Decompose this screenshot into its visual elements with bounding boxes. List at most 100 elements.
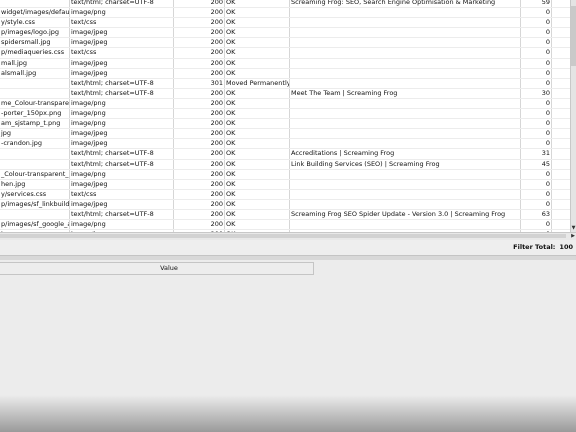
- title-cell[interactable]: [289, 108, 521, 120]
- status-code-cell[interactable]: 200: [173, 128, 225, 140]
- content-type-cell[interactable]: text/css: [69, 47, 174, 59]
- title-cell[interactable]: [289, 179, 521, 190]
- table-row[interactable]: p/images/sf_google_a...image/png200OK 0: [0, 219, 576, 231]
- occurrences-cell[interactable]: 0: [520, 199, 552, 210]
- address-cell[interactable]: [0, 209, 70, 221]
- title-cell[interactable]: [289, 199, 521, 210]
- status-code-cell[interactable]: 200: [173, 209, 225, 221]
- address-cell[interactable]: [0, 0, 70, 9]
- table-row[interactable]: p/images/sf_linkbuildi...image/jpeg200OK…: [0, 199, 576, 210]
- address-cell[interactable]: [0, 148, 70, 160]
- table-row[interactable]: jpgimage/jpeg200OK 0: [0, 128, 576, 140]
- status-code-cell[interactable]: 200: [173, 189, 225, 200]
- occurrences-cell[interactable]: 63: [520, 209, 552, 221]
- occurrences-cell[interactable]: 0: [520, 169, 552, 180]
- content-type-cell[interactable]: image/jpeg: [69, 138, 174, 150]
- table-row[interactable]: text/html; charset=UTF-8 301 Moved Permane…: [0, 78, 576, 89]
- content-type-cell[interactable]: image/png: [69, 98, 174, 110]
- title-cell[interactable]: [289, 37, 521, 49]
- address-cell[interactable]: p/images/sf_google_a...: [0, 219, 70, 231]
- title-cell[interactable]: [289, 118, 521, 130]
- status-cell[interactable]: OK: [224, 68, 290, 79]
- table-row[interactable]: y/services.css text/css 200 OK 0: [0, 189, 576, 200]
- status-cell[interactable]: OK: [224, 169, 290, 180]
- status-cell[interactable]: OK: [224, 37, 290, 49]
- address-cell[interactable]: mall.jpg: [0, 58, 70, 69]
- content-type-cell[interactable]: text/html; charset=UTF-8: [69, 159, 174, 170]
- address-cell[interactable]: -porter_150px.png: [0, 108, 70, 120]
- status-cell[interactable]: OK: [224, 0, 290, 9]
- content-type-cell[interactable]: image/png: [69, 219, 174, 231]
- status-cell[interactable]: OK: [224, 88, 290, 99]
- status-code-cell[interactable]: 200: [173, 17, 225, 29]
- occurrences-cell[interactable]: 0: [520, 78, 552, 89]
- status-cell[interactable]: OK: [224, 58, 290, 69]
- occurrences-cell[interactable]: 0: [520, 17, 552, 29]
- title-cell[interactable]: [289, 98, 521, 110]
- table-row[interactable]: am_sjstamp_t.png image/png 200 OK 0: [0, 118, 576, 130]
- status-code-cell[interactable]: 200: [173, 169, 225, 180]
- occurrences-cell[interactable]: 0: [520, 58, 552, 69]
- status-cell[interactable]: OK: [224, 98, 290, 110]
- title-cell[interactable]: [289, 219, 521, 231]
- occurrences-cell[interactable]: 0: [520, 68, 552, 79]
- chevron-down-icon[interactable]: ▼: [571, 225, 576, 231]
- status-code-cell[interactable]: 200: [173, 108, 225, 120]
- table-row[interactable]: text/html; charset=UTF-8 200 OK Screaming F…: [0, 209, 576, 221]
- status-cell[interactable]: Moved Permanently: [224, 78, 290, 89]
- address-cell[interactable]: y/style.css: [0, 17, 70, 29]
- status-cell[interactable]: OK: [224, 27, 290, 39]
- occurrences-cell[interactable]: 0: [520, 7, 552, 19]
- occurrences-cell[interactable]: 59: [520, 0, 552, 9]
- table-row[interactable]: text/html; charset=UTF-8 200 OK Meet The Te…: [0, 88, 576, 99]
- status-code-cell[interactable]: 200: [173, 159, 225, 170]
- title-cell[interactable]: [289, 58, 521, 69]
- content-type-cell[interactable]: image/jpeg: [69, 58, 174, 69]
- table-row[interactable]: text/html; charset=UTF-8 200 OK Accreditati…: [0, 148, 576, 160]
- occurrences-cell[interactable]: 0: [520, 138, 552, 150]
- occurrences-cell[interactable]: 0: [520, 98, 552, 110]
- occurrences-cell[interactable]: 0: [520, 179, 552, 190]
- content-type-cell[interactable]: image/jpeg: [69, 27, 174, 39]
- status-cell[interactable]: OK: [224, 189, 290, 200]
- title-cell[interactable]: Link Building Services (SEO) | Screaming…: [289, 159, 521, 170]
- table-row[interactable]: text/html; charset=UTF-8 200 OK Link Buildi…: [0, 159, 576, 170]
- content-type-cell[interactable]: image/png: [69, 169, 174, 180]
- status-cell[interactable]: OK: [224, 138, 290, 150]
- status-cell[interactable]: OK: [224, 179, 290, 190]
- table-row[interactable]: hen.jpg image/jpeg 200 OK 0: [0, 179, 576, 190]
- address-cell[interactable]: [0, 88, 70, 99]
- content-type-cell[interactable]: image/jpeg: [69, 68, 174, 79]
- content-type-cell[interactable]: text/html; charset=UTF-8: [69, 0, 174, 9]
- occurrences-cell[interactable]: 0: [520, 128, 552, 140]
- status-cell[interactable]: OK: [224, 17, 290, 29]
- vertical-scrollbar-thumb[interactable]: [571, 6, 576, 66]
- address-cell[interactable]: y/services.css: [0, 189, 70, 200]
- status-cell[interactable]: OK: [224, 159, 290, 170]
- content-type-cell[interactable]: image/jpeg: [69, 128, 174, 140]
- status-code-cell[interactable]: 200: [173, 138, 225, 150]
- status-code-cell[interactable]: 200: [173, 148, 225, 160]
- address-cell[interactable]: [0, 159, 70, 170]
- table-row[interactable]: _Colour-transparent_1...image/png200OK 0: [0, 169, 576, 180]
- status-cell[interactable]: OK: [224, 199, 290, 210]
- horizontal-scrollbar-thumb[interactable]: [0, 234, 566, 238]
- title-cell[interactable]: Accreditations | Screaming Frog: [289, 148, 521, 160]
- address-cell[interactable]: spidersmall.jpg: [0, 37, 70, 49]
- status-code-cell[interactable]: 200: [173, 47, 225, 59]
- title-cell[interactable]: [289, 169, 521, 180]
- content-type-cell[interactable]: image/png: [69, 118, 174, 130]
- status-code-cell[interactable]: 200: [173, 219, 225, 231]
- content-type-cell[interactable]: text/html; charset=UTF-8: [69, 148, 174, 160]
- status-code-cell[interactable]: 200: [173, 58, 225, 69]
- status-code-cell[interactable]: 200: [173, 199, 225, 210]
- status-code-cell[interactable]: 200: [173, 0, 225, 9]
- address-cell[interactable]: _Colour-transparent_1...: [0, 169, 70, 180]
- address-cell[interactable]: -crandon.jpg: [0, 138, 70, 150]
- address-cell[interactable]: jpg: [0, 128, 70, 140]
- address-cell[interactable]: am_sjstamp_t.png: [0, 118, 70, 130]
- occurrences-cell[interactable]: 0: [520, 27, 552, 39]
- address-cell[interactable]: [0, 78, 70, 89]
- table-row[interactable]: spidersmall.jpg image/jpeg 200 OK 0: [0, 37, 576, 49]
- table-row[interactable]: p/mediaqueries.css text/css 200 OK 0: [0, 47, 576, 59]
